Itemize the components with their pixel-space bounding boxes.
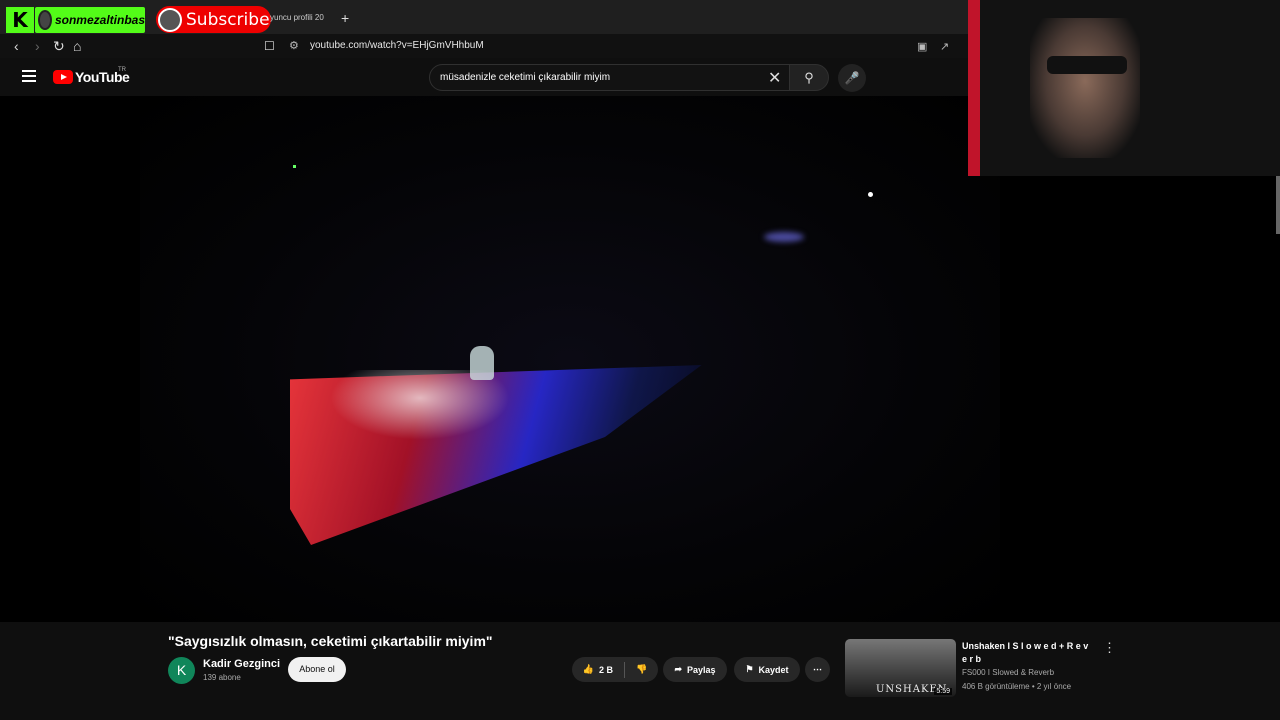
new-tab-button[interactable]: + [341,10,349,26]
country-code: TR [118,67,126,73]
channel-avatar[interactable]: K [168,657,195,684]
performer-figure [470,346,494,380]
recommended-video-thumbnail[interactable]: UNSHAKEN 5:59 [845,639,956,697]
streamer-face [1030,18,1140,158]
streamer-avatar [38,10,52,30]
subscriber-count: 139 abone [203,673,241,682]
save-button[interactable]: ⚑ Kaydet [734,657,800,682]
video-title: "Saygısızlık olmasın, ceketimi çıkartabi… [168,633,493,649]
streamer-sunglasses [1047,56,1127,74]
light-point [868,192,873,197]
search-query: müsadenizle ceketimi çıkarabilir miyim [440,72,611,83]
subscribe-overlay-button: Subscribe [156,6,271,33]
screen: K sonmezaltinbas Subscribe yuncu profili… [0,0,1280,720]
recommended-video-meta: 406 B görüntüleme • 2 yıl önce [962,682,1072,691]
search-icon: ⚲ [804,70,814,85]
youtube-logo-icon[interactable] [53,70,73,84]
site-info-icon[interactable]: ⚙ [289,39,299,52]
scrollbar[interactable] [1276,176,1280,234]
webcam-red-light [968,0,980,176]
kick-username-badge: sonmezaltinbas [35,7,145,33]
cast-icon[interactable]: ▣ [917,40,927,53]
recommended-channel-name[interactable]: FS000 I Slowed & Reverb [962,668,1054,677]
like-count[interactable]: 2 B [599,665,613,675]
bookmark-icon[interactable]: ☐ [264,39,275,53]
like-dislike-group: 👍 2 B 👎 [572,657,658,682]
dislike-icon[interactable]: 👎 [636,664,647,675]
save-icon: ⚑ [745,664,754,674]
url-text: youtube.com/watch?v=EHjGmVHhbuM [310,40,484,51]
search-button[interactable]: ⚲ [789,64,829,91]
like-divider [624,661,625,678]
share-button[interactable]: ➦ Paylaş [663,657,727,682]
address-bar[interactable]: ⚙ youtube.com/watch?v=EHjGmVHhbuM [284,36,974,56]
subscribe-avatar [158,7,182,32]
home-icon[interactable]: ⌂ [73,37,81,55]
video-info-panel: "Saygısızlık olmasın, ceketimi çıkartabi… [0,622,1280,720]
video-duration: 5:59 [934,688,952,695]
subscribe-button[interactable]: Abone ol [288,657,346,682]
share-icon: ➦ [674,664,682,674]
like-icon[interactable]: 👍 [583,664,594,675]
browser-tab[interactable]: yuncu profili 20 [270,13,324,22]
microphone-icon: 🎤 [844,71,860,85]
more-actions-button[interactable]: ⋯ [805,657,830,682]
search-input[interactable]: müsadenizle ceketimi çıkarabilir miyim ✕ [429,64,790,91]
blue-light [764,232,804,242]
recommended-video-title[interactable]: Unshaken I S l o w e d + R e v e r b [962,640,1092,666]
kick-username: sonmezaltinbas [54,13,145,27]
reload-icon[interactable]: ↻ [53,37,65,55]
back-icon[interactable]: ‹ [14,37,19,55]
menu-icon[interactable] [22,70,36,85]
share-label: Paylaş [687,664,716,675]
kick-logo: K [6,7,34,33]
save-label: Kaydet [758,664,789,675]
recommended-more-icon[interactable]: ⋮ [1103,640,1116,656]
clear-search-icon[interactable]: ✕ [768,68,781,88]
subscribe-overlay-label: Subscribe [186,9,270,30]
share-page-icon[interactable]: ↗ [940,40,949,53]
voice-search-button[interactable]: 🎤 [838,64,866,92]
spotlight [330,370,510,440]
more-icon: ⋯ [813,664,822,674]
forward-icon[interactable]: › [35,37,40,55]
video-frame [140,96,1000,622]
channel-name[interactable]: Kadir Gezginci [203,658,280,670]
green-light [293,165,296,168]
